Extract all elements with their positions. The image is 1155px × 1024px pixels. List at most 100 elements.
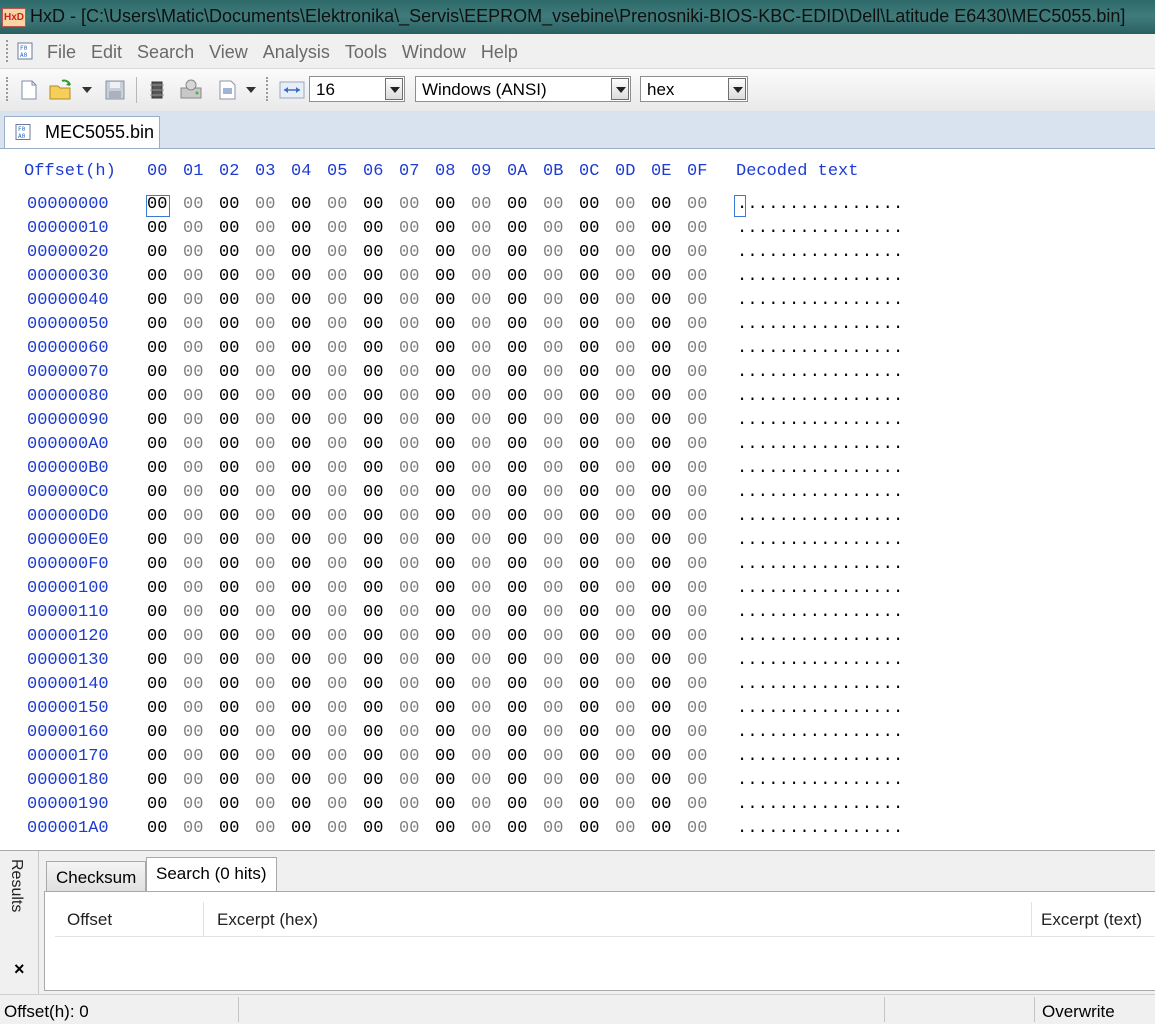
decoded-text[interactable]: ................ <box>737 387 903 406</box>
menu-item-view[interactable]: View <box>209 42 248 63</box>
hex-byte[interactable]: 00 <box>687 747 707 766</box>
hex-byte[interactable]: 00 <box>435 507 455 526</box>
open-dropdown-arrow[interactable] <box>82 87 92 93</box>
decoded-text[interactable]: ................ <box>737 459 903 478</box>
hex-byte[interactable]: 00 <box>651 507 671 526</box>
hex-byte[interactable]: 00 <box>327 387 347 406</box>
hex-byte[interactable]: 00 <box>327 411 347 430</box>
hex-byte[interactable]: 00 <box>291 363 311 382</box>
hex-byte[interactable]: 00 <box>471 411 491 430</box>
hex-byte[interactable]: 00 <box>291 603 311 622</box>
hex-byte[interactable]: 00 <box>651 267 671 286</box>
hex-byte[interactable]: 00 <box>543 723 563 742</box>
hex-byte[interactable]: 00 <box>183 651 203 670</box>
decoded-text[interactable]: ................ <box>737 219 903 238</box>
hex-byte[interactable]: 00 <box>363 195 383 214</box>
hex-byte[interactable]: 00 <box>615 795 635 814</box>
hex-byte[interactable]: 00 <box>327 507 347 526</box>
hex-byte[interactable]: 00 <box>147 627 167 646</box>
hex-byte[interactable]: 00 <box>255 675 275 694</box>
hex-byte[interactable]: 00 <box>615 483 635 502</box>
hex-byte[interactable]: 00 <box>147 459 167 478</box>
hex-byte[interactable]: 00 <box>183 699 203 718</box>
hex-byte[interactable]: 00 <box>579 459 599 478</box>
hex-byte[interactable]: 00 <box>543 603 563 622</box>
hex-byte[interactable]: 00 <box>687 555 707 574</box>
hex-byte[interactable]: 00 <box>615 435 635 454</box>
hex-byte[interactable]: 00 <box>291 387 311 406</box>
hex-byte[interactable]: 00 <box>471 339 491 358</box>
hex-byte[interactable]: 00 <box>651 795 671 814</box>
hex-byte[interactable]: 00 <box>147 435 167 454</box>
decoded-text[interactable]: ................ <box>737 267 903 286</box>
hex-byte[interactable]: 00 <box>147 771 167 790</box>
hex-byte[interactable]: 00 <box>183 579 203 598</box>
hex-byte[interactable]: 00 <box>651 531 671 550</box>
hex-byte[interactable]: 00 <box>435 339 455 358</box>
hex-byte[interactable]: 00 <box>363 363 383 382</box>
hex-byte[interactable]: 00 <box>579 195 599 214</box>
hex-byte[interactable]: 00 <box>507 267 527 286</box>
hex-byte[interactable]: 00 <box>651 747 671 766</box>
hex-byte[interactable]: 00 <box>651 387 671 406</box>
hex-byte[interactable]: 00 <box>147 651 167 670</box>
hex-byte[interactable]: 00 <box>255 363 275 382</box>
menu-item-search[interactable]: Search <box>137 42 194 63</box>
hex-byte[interactable]: 00 <box>219 291 239 310</box>
hex-byte[interactable]: 00 <box>183 771 203 790</box>
hex-byte[interactable]: 00 <box>363 315 383 334</box>
hex-byte[interactable]: 00 <box>615 627 635 646</box>
hex-byte[interactable]: 00 <box>615 747 635 766</box>
hex-byte[interactable]: 00 <box>687 195 707 214</box>
hex-byte[interactable]: 00 <box>579 483 599 502</box>
hex-byte[interactable]: 00 <box>687 459 707 478</box>
hex-byte[interactable]: 00 <box>543 243 563 262</box>
decoded-text[interactable]: ................ <box>737 675 903 694</box>
properties-dropdown-arrow[interactable] <box>246 87 256 93</box>
hex-byte[interactable]: 00 <box>363 603 383 622</box>
hex-byte[interactable]: 00 <box>327 459 347 478</box>
hex-byte[interactable]: 00 <box>219 699 239 718</box>
hex-byte[interactable]: 00 <box>399 747 419 766</box>
hex-byte[interactable]: 00 <box>363 435 383 454</box>
hex-byte[interactable]: 00 <box>255 219 275 238</box>
hex-byte[interactable]: 00 <box>255 459 275 478</box>
hex-byte[interactable]: 00 <box>399 363 419 382</box>
menu-item-file[interactable]: File <box>47 42 76 63</box>
hex-byte[interactable]: 00 <box>363 291 383 310</box>
hex-byte[interactable]: 00 <box>255 651 275 670</box>
hex-byte[interactable]: 00 <box>579 411 599 430</box>
search-results-table[interactable]: Offset Excerpt (hex) Excerpt (text) <box>44 891 1155 991</box>
menu-item-tools[interactable]: Tools <box>345 42 387 63</box>
hex-byte[interactable]: 00 <box>363 531 383 550</box>
hex-byte[interactable]: 00 <box>435 579 455 598</box>
hex-byte[interactable]: 00 <box>147 675 167 694</box>
hex-byte[interactable]: 00 <box>687 651 707 670</box>
hex-byte[interactable]: 00 <box>147 363 167 382</box>
hex-byte[interactable]: 00 <box>687 291 707 310</box>
hex-byte[interactable]: 00 <box>399 627 419 646</box>
decoded-text[interactable]: ................ <box>737 411 903 430</box>
hex-byte[interactable]: 00 <box>183 675 203 694</box>
hex-byte[interactable]: 00 <box>651 459 671 478</box>
hex-byte[interactable]: 00 <box>399 771 419 790</box>
hex-byte[interactable]: 00 <box>507 363 527 382</box>
hex-byte[interactable]: 00 <box>543 291 563 310</box>
hex-byte[interactable]: 00 <box>219 819 239 838</box>
hex-byte[interactable]: 00 <box>219 435 239 454</box>
hex-byte[interactable]: 00 <box>687 363 707 382</box>
hex-byte[interactable]: 00 <box>219 555 239 574</box>
hex-byte[interactable]: 00 <box>399 267 419 286</box>
hex-byte[interactable]: 00 <box>399 723 419 742</box>
decoded-text[interactable]: ................ <box>737 339 903 358</box>
hex-byte[interactable]: 00 <box>255 579 275 598</box>
hex-byte[interactable]: 00 <box>615 723 635 742</box>
hex-byte[interactable]: 00 <box>219 219 239 238</box>
hex-byte[interactable]: 00 <box>615 459 635 478</box>
hex-byte[interactable]: 00 <box>615 507 635 526</box>
hex-byte[interactable]: 00 <box>615 555 635 574</box>
hex-byte[interactable]: 00 <box>147 747 167 766</box>
hex-byte[interactable]: 00 <box>255 771 275 790</box>
hex-byte[interactable]: 00 <box>363 267 383 286</box>
hex-byte[interactable]: 00 <box>435 291 455 310</box>
